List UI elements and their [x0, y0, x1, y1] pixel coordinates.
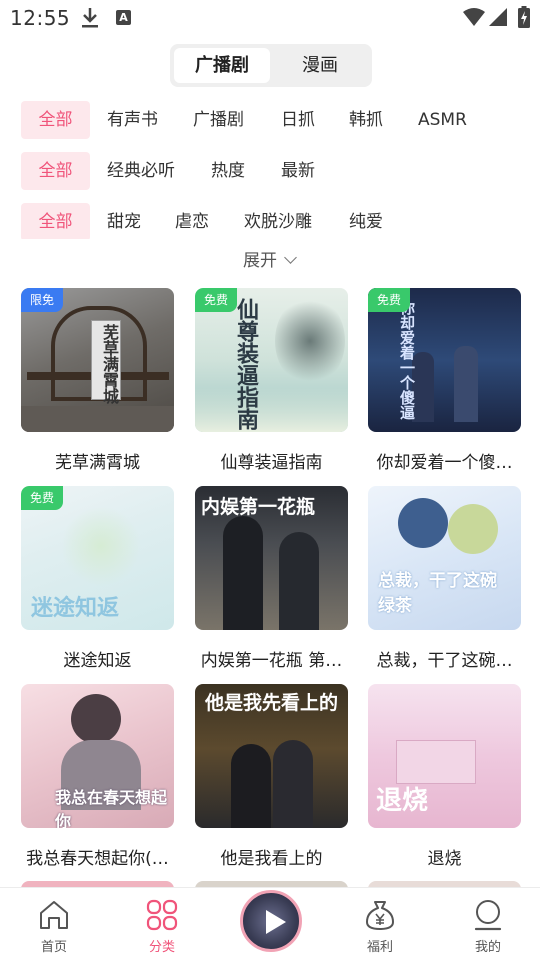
- drama-card[interactable]: 迷途知返 免费 迷途知返: [21, 486, 174, 671]
- drama-title: 总裁，干了这碗…: [376, 651, 513, 671]
- nav-welfare-label: 福利: [366, 940, 393, 955]
- filter-row-sort: 全部 经典必听 热度 最新: [0, 152, 540, 192]
- filter-type-korean[interactable]: 韩抓: [349, 101, 383, 139]
- nav-profile[interactable]: 我的: [448, 898, 528, 955]
- category-segment-control: 广播剧 漫画: [170, 44, 372, 87]
- free-badge: 免费: [195, 288, 238, 312]
- drama-cover: 你却爱着一个傻逼 免费: [368, 288, 521, 432]
- drama-cover: 退烧: [368, 684, 521, 828]
- drama-card[interactable]: 芜草满霄城 限免 芜草满霄城: [21, 288, 174, 473]
- filter-genre-all[interactable]: 全部: [21, 203, 90, 239]
- drama-title: 仙尊装逼指南: [220, 453, 323, 473]
- chevron-down-icon: [284, 251, 297, 264]
- drama-card[interactable]: 退烧 退烧: [368, 684, 521, 869]
- cover-art-text: 芜草满霄城: [100, 324, 119, 404]
- expand-filters-button[interactable]: 展开: [243, 248, 297, 274]
- drama-cover: 内娱第一花瓶: [195, 486, 348, 630]
- filter-type-radio-drama[interactable]: 广播剧: [193, 101, 244, 139]
- drama-card[interactable]: 你却爱着一个傻逼 免费 你却爱着一个傻…: [368, 288, 521, 473]
- drama-cover: 他是我先看上的: [195, 684, 348, 828]
- play-icon: [266, 910, 286, 934]
- status-time: 12:55: [10, 6, 71, 30]
- segment-radio-drama[interactable]: 广播剧: [174, 48, 270, 83]
- cover-art-text: 总裁，干了这碗绿茶: [378, 571, 497, 616]
- drama-title: 芜草满霄城: [55, 453, 140, 473]
- nav-category-label: 分类: [148, 940, 175, 955]
- filter-type-all[interactable]: 全部: [21, 101, 90, 139]
- filter-genre-sweet[interactable]: 甜宠: [107, 203, 141, 239]
- drama-title: 我总春天想起你(…: [26, 849, 169, 869]
- cell-signal-icon: [489, 8, 507, 26]
- drama-title: 内娱第一花瓶 第…: [200, 651, 343, 671]
- filter-row-genre: 全部 甜宠 虐恋 欢脱沙雕 纯爱: [0, 203, 540, 239]
- free-badge: 免费: [368, 288, 411, 312]
- cover-art-text: 迷途知返: [31, 596, 120, 621]
- expand-label: 展开: [243, 251, 277, 271]
- drama-title: 退烧: [427, 849, 462, 869]
- filter-type-audiobook[interactable]: 有声书: [107, 101, 158, 139]
- filter-row-type: 全部 有声书 广播剧 日抓 韩抓 ASMR: [0, 101, 540, 141]
- drama-cover: 仙尊装逼指南 免费: [195, 288, 348, 432]
- free-badge: 免费: [21, 486, 64, 510]
- limited-free-badge: 限免: [21, 288, 64, 312]
- cover-art-text: 仙尊装逼指南: [233, 298, 258, 430]
- filter-type-japanese[interactable]: 日抓: [281, 101, 315, 139]
- nav-profile-label: 我的: [474, 940, 501, 955]
- nav-home-label: 首页: [40, 940, 67, 955]
- filter-sort-classic[interactable]: 经典必听: [107, 152, 175, 190]
- filter-type-asmr[interactable]: ASMR: [418, 101, 467, 139]
- drama-cover: 总裁，干了这碗绿茶: [368, 486, 521, 630]
- money-bag-icon: [366, 901, 394, 930]
- battery-charging-icon: [518, 6, 530, 28]
- drama-cover: 迷途知返 免费: [21, 486, 174, 630]
- cover-art-text: 你却爱着一个傻逼: [398, 300, 416, 420]
- drama-card[interactable]: 他是我先看上的 他是我看上的: [195, 684, 348, 869]
- drama-cover: 芜草满霄城 限免: [21, 288, 174, 432]
- wifi-icon: [463, 8, 485, 26]
- nav-home[interactable]: 首页: [14, 898, 94, 955]
- filter-sort-all[interactable]: 全部: [21, 152, 90, 190]
- a-icon: A: [116, 10, 131, 25]
- drama-cover: 我总在春天想起你: [21, 684, 174, 828]
- drama-card[interactable]: 总裁，干了这碗绿茶 总裁，干了这碗…: [368, 486, 521, 671]
- filter-sort-latest[interactable]: 最新: [281, 152, 315, 190]
- filter-sort-popularity[interactable]: 热度: [211, 152, 245, 190]
- drama-title: 他是我看上的: [220, 849, 323, 869]
- drama-card[interactable]: 内娱第一花瓶 内娱第一花瓶 第…: [195, 486, 348, 671]
- drama-card[interactable]: 仙尊装逼指南 免费 仙尊装逼指南: [195, 288, 348, 473]
- drama-title: 你却爱着一个傻…: [376, 453, 513, 473]
- cover-art-text: 内娱第一花瓶: [201, 496, 316, 518]
- category-icon: [146, 899, 178, 931]
- nav-category[interactable]: 分类: [122, 898, 202, 955]
- now-playing-disc[interactable]: [240, 890, 302, 952]
- cover-art-text: 他是我先看上的: [205, 692, 339, 714]
- cover-art-text: 退烧: [376, 786, 429, 816]
- drama-title: 迷途知返: [63, 651, 132, 671]
- segment-comics[interactable]: 漫画: [272, 48, 368, 83]
- status-bar: 12:55 A: [0, 0, 540, 36]
- nav-welfare[interactable]: 福利: [340, 898, 420, 955]
- profile-icon: [474, 900, 502, 931]
- download-icon: [82, 8, 98, 28]
- filter-genre-pure-love[interactable]: 纯爱: [349, 203, 383, 239]
- filter-genre-angst[interactable]: 虐恋: [175, 203, 209, 239]
- filter-genre-comedy[interactable]: 欢脱沙雕: [244, 203, 312, 239]
- home-icon: [40, 901, 68, 929]
- drama-card[interactable]: 我总在春天想起你 我总春天想起你(…: [21, 684, 174, 869]
- cover-art-text: 我总在春天想起你: [55, 788, 168, 828]
